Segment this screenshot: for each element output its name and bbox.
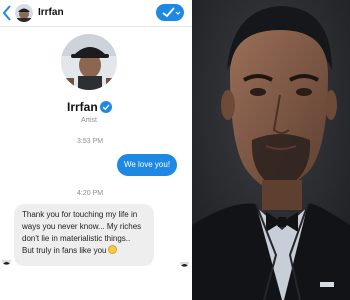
outgoing-message-bubble[interactable]: We love you! xyxy=(117,154,177,176)
screenshot-collage: Irrfan Irrfan Artist 3:53 PM We love you… xyxy=(0,0,350,300)
message-timestamp: 4:20 PM xyxy=(77,190,104,197)
checkmark-dropdown-icon xyxy=(162,7,181,18)
chat-header: Irrfan xyxy=(0,0,192,27)
message-timestamp: 3:53 PM xyxy=(77,138,104,145)
message-line-last: But truly in fans like you xyxy=(22,245,154,257)
portrait-photo xyxy=(192,0,350,300)
chat-panel: Irrfan Irrfan Artist 3:53 PM We love you… xyxy=(0,0,192,300)
back-chevron-icon[interactable] xyxy=(1,4,13,22)
message-line: Thank you for touching my life in xyxy=(22,210,138,219)
message-line: ways you never know... My riches xyxy=(22,222,142,231)
slightly-smiling-face-emoji xyxy=(108,245,118,254)
message-line-text: But truly in fans like you xyxy=(22,246,107,255)
message-line: don't lie in materialistic things.. xyxy=(22,234,131,243)
header-avatar[interactable] xyxy=(15,4,33,22)
sender-avatar[interactable] xyxy=(2,256,11,265)
header-contact-name[interactable]: Irrfan xyxy=(38,7,64,18)
profile-photo[interactable] xyxy=(61,34,117,90)
profile-name: Irrfan xyxy=(67,100,98,114)
verified-badge-icon xyxy=(100,101,112,113)
profile-role: Artist xyxy=(81,117,97,124)
read-receipt-avatar xyxy=(180,258,189,267)
checkmark-dropdown-button[interactable] xyxy=(156,4,184,21)
incoming-message-bubble[interactable]: Thank you for touching my life in ways y… xyxy=(14,204,154,266)
